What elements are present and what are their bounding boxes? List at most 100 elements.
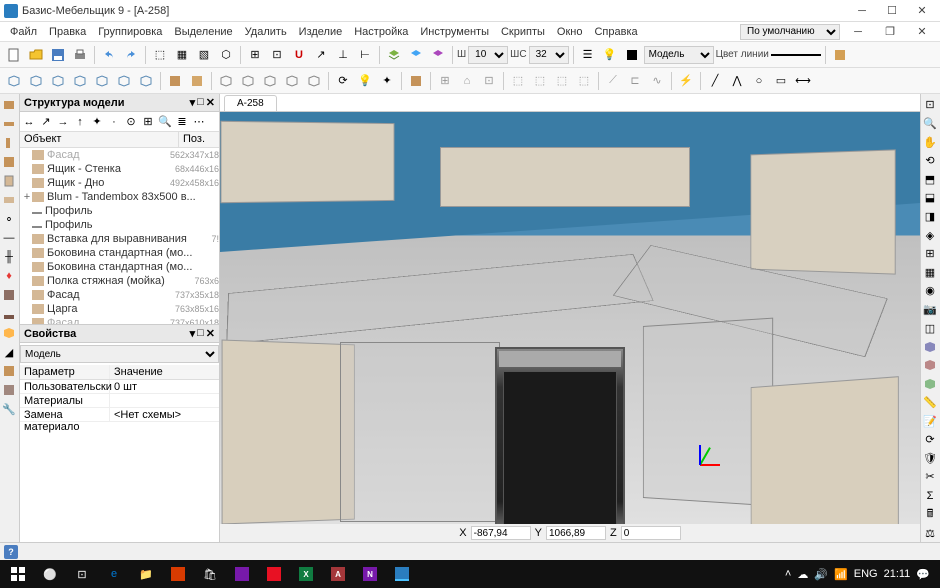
save-icon[interactable]	[48, 45, 68, 65]
select-icon[interactable]: ⬚	[150, 45, 170, 65]
lt-door-icon[interactable]	[0, 172, 18, 190]
dim-h-icon[interactable]: ⟷	[793, 71, 813, 91]
tree-item[interactable]: +Blum - Tandembox 83x500 в...	[20, 190, 219, 204]
st-layers-icon[interactable]: ≣	[174, 114, 190, 130]
menu-file[interactable]: Файл	[4, 24, 43, 40]
tree-item[interactable]: Фасад737x610x18	[20, 316, 219, 324]
task-app1-icon[interactable]	[162, 561, 194, 587]
color-swatch-icon[interactable]	[622, 45, 642, 65]
rt-rotate-icon[interactable]: ⟲	[921, 152, 939, 170]
magnet-icon[interactable]: U	[289, 45, 309, 65]
rt-cube-c-icon[interactable]	[921, 375, 939, 393]
st-point-icon[interactable]: ·	[106, 114, 122, 130]
rt-shield-icon[interactable]: 🛡	[921, 450, 939, 468]
start-button[interactable]	[2, 561, 34, 587]
st-filter-icon[interactable]: ⊞	[140, 114, 156, 130]
tree-item[interactable]: Вставка для выравнивания7!	[20, 232, 219, 246]
select-all-icon[interactable]: ▧	[194, 45, 214, 65]
lt-back-icon[interactable]	[0, 153, 18, 171]
lt-profile2-icon[interactable]	[0, 362, 18, 380]
task-onenote-icon[interactable]: N	[354, 561, 386, 587]
st-snap-icon[interactable]: ⊙	[123, 114, 139, 130]
layers-icon[interactable]	[384, 45, 404, 65]
refresh-icon[interactable]: ⟳	[333, 71, 353, 91]
st-move-icon[interactable]: ↔	[21, 114, 37, 130]
tree-item[interactable]: Полка стяжная (мойка)763x6	[20, 274, 219, 288]
snap-arrow-icon[interactable]: ↗	[311, 45, 331, 65]
task-explorer-icon[interactable]: 📁	[130, 561, 162, 587]
help-icon[interactable]: ?	[4, 545, 18, 559]
st-search-icon[interactable]: 🔍	[157, 114, 173, 130]
mdi-close-button[interactable]: ✕	[908, 23, 936, 41]
task-access-icon[interactable]: A	[322, 561, 354, 587]
coord-y-input[interactable]	[546, 526, 606, 540]
menu-help[interactable]: Справка	[588, 24, 643, 40]
task-excel-icon[interactable]: X	[290, 561, 322, 587]
taskview-button[interactable]: ⊡	[66, 561, 98, 587]
ws-input[interactable]: 32	[529, 46, 569, 64]
box6-icon[interactable]	[114, 71, 134, 91]
lt-closet-icon[interactable]	[0, 286, 18, 304]
coord-x-input[interactable]	[471, 526, 531, 540]
rt-view-front-icon[interactable]: ⬓	[921, 189, 939, 207]
undo-icon[interactable]	[99, 45, 119, 65]
rt-note-icon[interactable]: 📝	[921, 412, 939, 430]
cube-d-icon[interactable]	[282, 71, 302, 91]
rt-calc-icon[interactable]: 🖩	[921, 505, 939, 523]
box1-icon[interactable]	[4, 71, 24, 91]
3d-viewport[interactable]	[220, 112, 920, 524]
menu-product[interactable]: Изделие	[293, 24, 349, 40]
lt-hinge-icon[interactable]: ⚬	[0, 210, 18, 228]
rt-camera-icon[interactable]: 📷	[921, 301, 939, 319]
profile-icon[interactable]: ⊏	[625, 71, 645, 91]
menu-delete[interactable]: Удалить	[239, 24, 293, 40]
tree-item[interactable]: Боковина стандартная (мо...	[20, 246, 219, 260]
material-icon[interactable]	[165, 71, 185, 91]
open-icon[interactable]	[26, 45, 46, 65]
menu-select[interactable]: Выделение	[168, 24, 238, 40]
select-path-icon[interactable]: ⬡	[216, 45, 236, 65]
props-pin-icon[interactable]: □	[197, 327, 204, 340]
panel-menu-icon[interactable]: ▾	[190, 96, 196, 109]
lt-plinth-icon[interactable]	[0, 305, 18, 323]
tree-item[interactable]: Фасад737x35x18	[20, 288, 219, 302]
rt-scissors-icon[interactable]: ✂	[921, 468, 939, 486]
maximize-button[interactable]: ☐	[878, 2, 906, 20]
lt-texture-icon[interactable]	[0, 381, 18, 399]
line-style-preview[interactable]	[771, 54, 821, 56]
print-icon[interactable]	[70, 45, 90, 65]
bulb-icon[interactable]: 💡	[600, 45, 620, 65]
rt-view-side-icon[interactable]: ◨	[921, 208, 939, 226]
tray-cloud-icon[interactable]: ☁	[797, 568, 808, 581]
menu-edit[interactable]: Правка	[43, 24, 92, 40]
box5-icon[interactable]	[92, 71, 112, 91]
props-row[interactable]: Пользовательски0 шт	[20, 380, 219, 394]
snap-perp-icon[interactable]: ⊥	[333, 45, 353, 65]
redo-icon[interactable]	[121, 45, 141, 65]
lt-panel-icon[interactable]	[0, 96, 18, 114]
tray-time[interactable]: 21:11	[884, 568, 911, 580]
task-current-icon[interactable]	[386, 561, 418, 587]
part-d-icon[interactable]: ⬚	[574, 71, 594, 91]
layers2-icon[interactable]	[406, 45, 426, 65]
panel-close-icon[interactable]: ✕	[206, 96, 215, 109]
polyline-icon[interactable]: ⋀	[727, 71, 747, 91]
panel-pin-icon[interactable]: □	[197, 96, 204, 109]
rt-render-icon[interactable]: ◉	[921, 282, 939, 300]
default-layout-select[interactable]: По умолчанию	[740, 24, 840, 40]
curve-icon[interactable]: ∿	[647, 71, 667, 91]
st-arrow-icon[interactable]: ↗	[38, 114, 54, 130]
dim3-icon[interactable]: ⊡	[479, 71, 499, 91]
lt-side-icon[interactable]	[0, 134, 18, 152]
snap-mid-icon[interactable]: ⊢	[355, 45, 375, 65]
cube-b-icon[interactable]	[238, 71, 258, 91]
props-row[interactable]: Замена материало<Нет схемы>	[20, 408, 219, 422]
dim2-icon[interactable]: ⌂	[457, 71, 477, 91]
task-app2-icon[interactable]	[226, 561, 258, 587]
rt-balance-icon[interactable]: ⚖	[921, 524, 939, 542]
lt-handle-icon[interactable]: —	[0, 229, 18, 247]
st-right-icon[interactable]: →	[55, 114, 71, 130]
line-icon[interactable]: ╱	[705, 71, 725, 91]
part-b-icon[interactable]: ⬚	[530, 71, 550, 91]
st-up-icon[interactable]: ↑	[72, 114, 88, 130]
